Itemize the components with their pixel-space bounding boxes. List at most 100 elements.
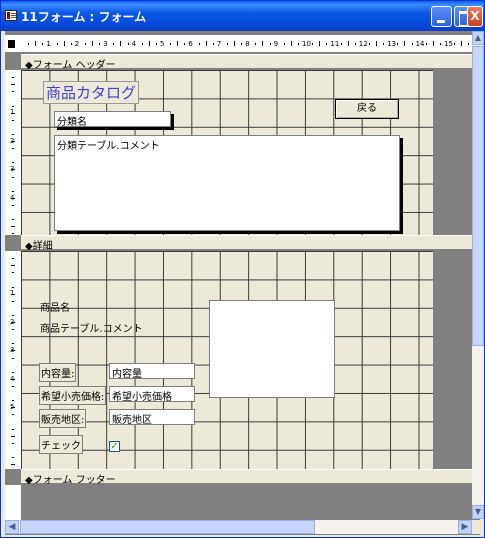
ruler-tick — [28, 43, 30, 45]
ruler-tick — [297, 43, 299, 45]
ruler-number: 7 — [216, 40, 222, 48]
check-label[interactable]: チェック — [39, 435, 83, 454]
region-field[interactable]: 販売地区 — [109, 409, 195, 426]
header-empty-area — [433, 70, 476, 235]
form-selector-box[interactable] — [8, 40, 15, 48]
ruler-tick — [326, 43, 328, 45]
vertical-ruler-header[interactable]: 1 2 3 4 — [5, 70, 21, 235]
ruler-number: 5 — [10, 403, 15, 411]
ruler-tick — [12, 233, 14, 235]
form-footer-section-bar[interactable]: ◆フォーム フッター — [21, 469, 480, 486]
ruler-number: 9 — [273, 40, 279, 48]
form-title-label[interactable]: 商品カタログ — [43, 81, 140, 104]
ruler-tick — [12, 314, 14, 316]
capacity-label[interactable]: 内容量: — [39, 363, 77, 382]
ruler-number: 1 — [10, 289, 15, 298]
ruler-tick — [63, 41, 65, 46]
product-comment-label[interactable]: 商品テーブル.コメント — [40, 320, 143, 335]
ruler-tick — [11, 84, 15, 86]
ruler-number: 4 — [10, 374, 15, 383]
ruler-tick — [12, 148, 14, 150]
ruler-tick — [262, 41, 264, 46]
ruler-tick — [127, 43, 129, 45]
ruler-tick — [212, 43, 214, 45]
minimize-button[interactable] — [431, 6, 452, 27]
ruler-tick — [432, 41, 434, 46]
price-field[interactable]: 希望小売価格 — [109, 386, 195, 403]
close-button[interactable]: X — [467, 6, 483, 27]
ruler-tick — [148, 41, 150, 46]
vertical-ruler-detail[interactable]: 1 2 3 4 5 — [5, 251, 21, 469]
form-header-section-bar[interactable]: ◆フォーム ヘッダー — [21, 54, 480, 71]
back-button[interactable]: 戻る — [335, 99, 399, 119]
price-label[interactable]: 希望小売価格: — [39, 386, 107, 405]
ruler-tick — [383, 43, 385, 45]
ruler-number: 2 — [10, 317, 15, 326]
ruler-tick — [340, 43, 342, 45]
vertical-scroll-thumb[interactable] — [472, 46, 484, 346]
design-surface: 1 2 3 4 5 6 7 8 9 10 11 12 13 14 15 ◆フォーム ヘッダー 1234 商品… — [5, 31, 480, 535]
ruler-tick — [312, 43, 314, 45]
ruler-tick — [177, 41, 179, 46]
scroll-down-button[interactable]: ▼ — [472, 505, 484, 519]
ruler-number: 2 — [10, 136, 15, 145]
ruler-tick — [12, 91, 14, 93]
ruler-tick — [12, 428, 14, 430]
ruler-tick — [255, 43, 257, 45]
ruler-tick — [12, 286, 14, 288]
category-name-field[interactable]: 分類名 — [54, 111, 171, 128]
ruler-tick — [12, 204, 14, 206]
ruler-tick — [12, 300, 14, 302]
ruler-tick — [12, 133, 14, 135]
ruler-number: 6 — [188, 40, 193, 48]
product-image-frame[interactable] — [209, 300, 335, 398]
ruler-tick — [184, 43, 186, 45]
ruler-tick — [11, 265, 15, 267]
ruler-number: 12 — [358, 40, 368, 48]
ruler-tick — [170, 43, 172, 45]
ruler-tick — [11, 464, 15, 465]
horizontal-ruler[interactable]: 1 2 3 4 5 6 7 8 9 10 11 12 13 14 15 — [5, 35, 480, 53]
ruler-tick — [92, 41, 93, 46]
ruler-tick — [12, 105, 14, 107]
scroll-up-button[interactable]: ▲ — [472, 31, 484, 45]
vertical-ruler-footer[interactable] — [5, 485, 21, 520]
product-name-label[interactable]: 商品名 — [40, 299, 70, 314]
ruler-tick — [454, 43, 456, 45]
ruler-tick — [11, 226, 15, 228]
ruler-tick — [12, 77, 14, 79]
ruler-tick — [354, 43, 356, 45]
category-comment-field[interactable]: 分類テーブル.コメント — [54, 135, 400, 231]
capacity-field[interactable]: 内容量 — [109, 363, 195, 380]
ruler-tick — [376, 41, 377, 46]
ruler-number: 5 — [160, 40, 165, 48]
horizontal-scrollbar[interactable]: ◀ ▶ — [5, 520, 472, 534]
scroll-right-button[interactable]: ▶ — [458, 520, 472, 534]
ruler-tick — [70, 43, 72, 45]
detail-section-bar[interactable]: ◆詳細 — [21, 235, 480, 252]
ruler-tick — [12, 190, 14, 192]
ruler-tick — [12, 400, 14, 402]
ruler-number: 4 — [131, 40, 137, 48]
ruler-tick — [368, 43, 370, 45]
ruler-tick — [319, 41, 321, 46]
scroll-left-button[interactable]: ◀ — [5, 520, 19, 534]
region-label[interactable]: 販売地区: — [39, 409, 87, 428]
title-bar[interactable]: 11フォーム : フォーム X — [1, 1, 484, 31]
ruler-tick — [461, 41, 463, 46]
ruler-tick — [404, 41, 406, 46]
ruler-tick — [411, 43, 413, 45]
ruler-tick — [269, 43, 271, 45]
ruler-number: 13 — [387, 40, 397, 48]
ruler-number: 4 — [10, 193, 15, 202]
ruler-tick — [198, 43, 200, 45]
ruler-tick — [226, 43, 228, 45]
check-checkbox[interactable]: ✓ — [109, 441, 120, 452]
ruler-tick — [12, 176, 14, 178]
ruler-number: 2 — [74, 40, 80, 48]
horizontal-scroll-thumb[interactable] — [20, 520, 315, 534]
form-icon — [5, 10, 17, 21]
ruler-tick — [397, 43, 399, 45]
vertical-scrollbar[interactable]: ▲ ▼ — [472, 31, 484, 519]
ruler-number: 3 — [103, 40, 108, 48]
